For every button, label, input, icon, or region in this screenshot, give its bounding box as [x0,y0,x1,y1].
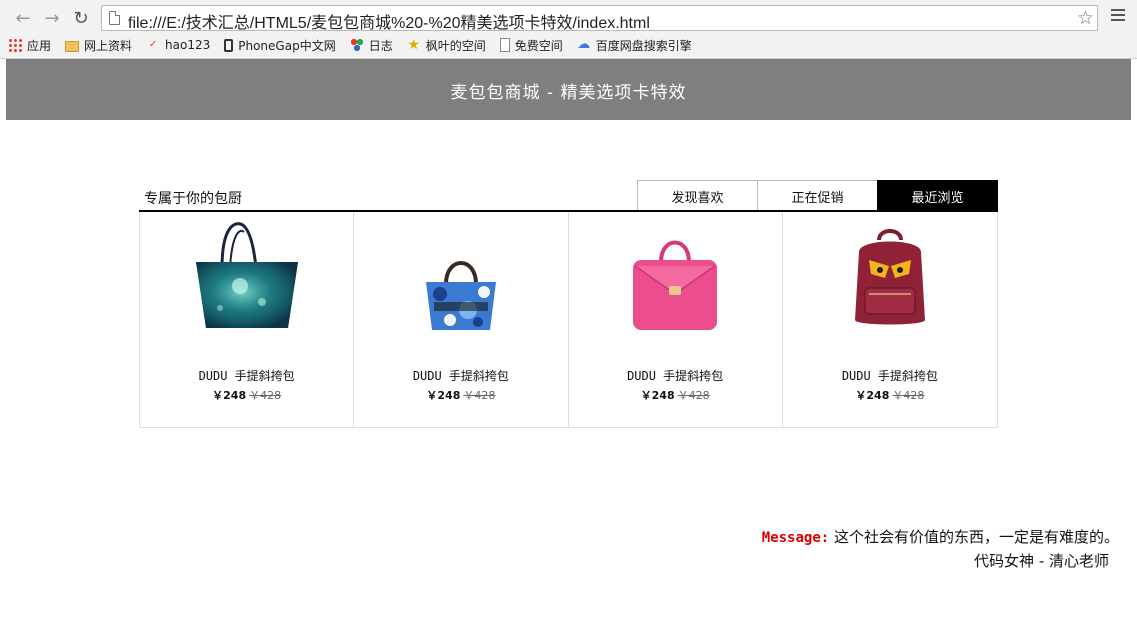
original-price: ￥428 [892,389,925,402]
camo-handbag-image[interactable] [416,250,506,334]
product-card[interactable]: DUDU 手提斜挎包 ￥248 ￥428 [783,212,997,427]
cloud-icon: ☁ [577,37,591,52]
original-price: ￥428 [677,389,710,402]
message-text: 这个社会有价值的东西，一定是有难度的。 [833,528,1119,546]
footer-message: Message: 这个社会有价值的东西，一定是有难度的。 代码女神 - 清心老师 [762,526,1119,573]
message-signature: 代码女神 - 清心老师 [974,552,1109,570]
circles-icon [349,38,364,52]
product-name[interactable]: DUDU 手提斜挎包 [783,367,997,384]
reload-icon[interactable]: ↻ [70,7,92,29]
forward-arrow-icon[interactable]: → [41,7,63,29]
current-price: ￥248 [640,389,675,402]
hao123-icon: ✓ [148,39,158,50]
product-name[interactable]: DUDU 手提斜挎包 [569,367,782,384]
teal-tote-bag-image[interactable] [192,218,302,334]
bookmark-label: PhoneGap中文网 [238,38,336,53]
page-icon [499,38,510,52]
product-grid: DUDU 手提斜挎包 ￥248 ￥428 DUDU 手提斜挎包 ￥248 ￥428 [139,212,998,428]
bookmark-label: 日志 [368,38,393,53]
current-price: ￥248 [426,389,461,402]
message-line: Message: 这个社会有价值的东西，一定是有难度的。 [762,526,1119,550]
back-arrow-icon[interactable]: ← [12,7,34,29]
address-bar[interactable]: file:///E:/技术汇总/HTML5/麦包包商城%20-%20精美选项卡特… [101,5,1098,33]
product-price: ￥248 ￥428 [783,387,997,403]
bookmark-label: hao123 [165,38,211,52]
star-icon: ★ [407,37,420,53]
current-price: ￥248 [212,389,247,402]
product-card[interactable]: DUDU 手提斜挎包 ￥248 ￥428 [354,212,569,427]
product-price: ￥248 ￥428 [354,387,567,403]
product-card[interactable]: DUDU 手提斜挎包 ￥248 ￥428 [569,212,783,427]
phone-icon [224,38,234,52]
bookmark-label: 应用 [27,38,52,53]
bookmark-star-icon[interactable]: ☆ [1077,7,1094,29]
address-url[interactable]: file:///E:/技术汇总/HTML5/麦包包商城%20-%20精美选项卡特… [128,9,650,33]
apps-grid-icon [8,38,22,52]
product-price: ￥248 ￥428 [140,387,353,403]
bookmark-label: 网上资料 [84,38,133,53]
product-card[interactable]: DUDU 手提斜挎包 ￥248 ￥428 [140,212,355,427]
bookmark-phonegap[interactable]: PhoneGap中文网 [224,37,336,54]
page-icon [109,11,120,25]
bookmarks-bar: 应用 网上资料 ✓ hao123 PhoneGap中文网 日志 ★ 枫叶的空间 … [8,36,706,54]
bookmark-label: 百度网盘搜索引擎 [595,38,692,53]
bookmark-hao123[interactable]: ✓ hao123 [146,38,210,52]
current-price: ￥248 [855,389,890,402]
tab-header: 专属于你的包厨 发现喜欢 正在促销 最近浏览 [139,180,998,212]
folder-icon [65,40,80,52]
product-price: ￥248 ￥428 [569,387,782,403]
tab-recently-viewed[interactable]: 最近浏览 [877,180,998,210]
pink-satchel-image[interactable] [627,232,723,334]
bookmark-label: 免费空间 [514,38,563,53]
original-price: ￥428 [463,389,496,402]
bookmark-log[interactable]: 日志 [349,37,393,54]
tab-discover[interactable]: 发现喜欢 [637,180,758,210]
banner: 麦包包商城 - 精美选项卡特效 [6,59,1131,120]
original-price: ￥428 [249,389,282,402]
tab-bar: 发现喜欢 正在促销 最近浏览 [637,180,998,210]
page-content: 麦包包商城 - 精美选项卡特效 专属于你的包厨 发现喜欢 正在促销 最近浏览 D… [6,59,1131,620]
bookmark-baidu[interactable]: ☁ 百度网盘搜索引擎 [577,37,692,54]
red-monster-backpack-image[interactable] [847,226,933,332]
section-heading: 专属于你的包厨 [144,191,242,207]
page-title: 麦包包商城 - 精美选项卡特效 [450,83,687,103]
bookmark-folder[interactable]: 网上资料 [65,37,132,54]
product-name[interactable]: DUDU 手提斜挎包 [140,367,353,384]
message-label: Message: [761,530,830,546]
bookmark-free-space[interactable]: 免费空间 [499,37,563,54]
menu-icon[interactable] [1111,9,1125,24]
browser-chrome: ← → ↻ file:///E:/技术汇总/HTML5/麦包包商城%20-%20… [0,0,1137,59]
bookmark-maple[interactable]: ★ 枫叶的空间 [407,37,486,54]
tab-promotions[interactable]: 正在促销 [757,180,878,210]
bookmark-label: 枫叶的空间 [425,38,486,53]
bookmark-apps[interactable]: 应用 [8,37,51,54]
product-name[interactable]: DUDU 手提斜挎包 [354,367,567,384]
